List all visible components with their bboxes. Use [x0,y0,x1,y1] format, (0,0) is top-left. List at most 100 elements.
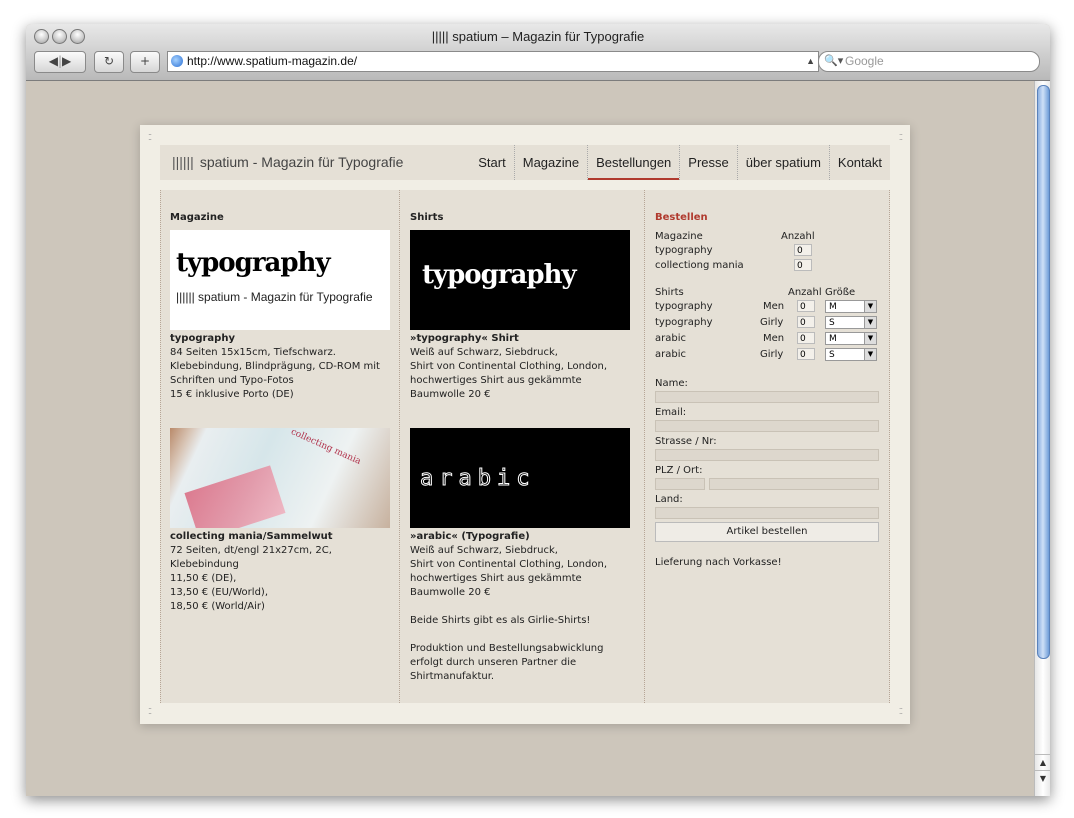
scrollbar-thumb[interactable] [1037,85,1050,659]
back-forward-buttons[interactable]: ◀|▶ [34,51,86,73]
email-field[interactable] [655,420,879,432]
title-bar: ||||| spatium – Magazin für Typografie ◀… [26,24,1050,81]
forward-arrow-icon[interactable]: ▶ [62,54,71,68]
order-item-name: arabic [655,349,686,360]
size-select[interactable]: S ▼ [825,348,877,361]
product-title: typography [170,333,235,344]
typography-magazine-info: typography 84 Seiten 15x15cm, Tiefschwar… [170,332,392,402]
chevron-up-icon: ▲ [806,56,815,66]
back-arrow-icon[interactable]: ◀ [49,54,58,68]
nav-start[interactable]: Start [470,145,513,180]
browser-window: ||||| spatium – Magazin für Typografie ◀… [26,24,1050,796]
shirts-heading: Shirts [410,212,444,223]
product-desc-line: 84 Seiten 15x15cm, Tiefschwarz. [170,347,336,358]
product-desc-line: Baumwolle 20 € [410,389,491,400]
product-title: collecting mania/Sammelwut [170,531,333,542]
order-item-name: arabic [655,333,686,344]
order-item-name: typography [655,317,713,328]
nav-kontakt[interactable]: Kontakt [828,145,890,180]
typography-shirt-info: »typography« Shirt Weiß auf Schwarz, Sie… [410,332,635,402]
product-desc-line: Schriften und Typo-Fotos [170,375,294,386]
corner-mark: ⁚⁚ [898,707,903,716]
order-item-name: collectiong mania [655,260,744,271]
nav-presse[interactable]: Presse [679,145,736,180]
quantity-input[interactable]: 0 [797,348,815,360]
street-field[interactable] [655,449,879,461]
size-select[interactable]: M ▼ [825,300,877,313]
product-desc-line: 11,50 € (DE), [170,573,237,584]
partner-note-line: erfolgt durch unseren Partner die [410,657,577,668]
girlie-note: Beide Shirts gibt es als Girlie-Shirts! [410,615,591,626]
product-desc-line: Klebebindung [170,559,239,570]
chevron-down-icon: ▼ [864,301,876,312]
product-title: »arabic« (Typografie) [410,531,530,542]
typography-magazine-image[interactable]: typography |||||| spatium - Magazin für … [170,230,390,330]
scroll-up-arrow-icon[interactable]: ▲ [1035,754,1050,770]
shirts-qty-label: Anzahl [788,287,822,298]
corner-mark: ⁚⁚ [148,707,152,716]
partner-note-line: Shirtmanufaktur. [410,671,495,682]
product-desc-line: Shirt von Continental Clothing, London, [410,559,607,570]
city-field[interactable] [709,478,879,490]
name-field[interactable] [655,391,879,403]
mag-label: Magazine [655,231,703,242]
order-submit-button[interactable]: Artikel bestellen [655,522,879,542]
collecting-mania-image[interactable]: collecting mania [170,428,390,528]
quantity-input[interactable]: 0 [797,316,815,328]
typography-wordmark: typography [176,248,331,278]
nav-bestellungen-label: Bestellungen [596,155,672,170]
quantity-input[interactable]: 0 [794,244,812,256]
vertical-scrollbar[interactable]: ▲ ▼ [1034,81,1050,796]
product-desc-line: Klebebindung, Blindprägung, CD-ROM mit [170,361,380,372]
nav-magazine[interactable]: Magazine [513,145,587,180]
product-desc-line: Weiß auf Schwarz, Siebdruck, [410,545,558,556]
shirt-wordmark: typography [422,260,577,290]
product-desc-line: Shirt von Continental Clothing, London, [410,361,607,372]
quantity-input[interactable]: 0 [797,300,815,312]
product-desc-line: 13,50 € (EU/World), [170,587,268,598]
reload-icon: ↻ [103,54,115,68]
arabic-shirt-image[interactable]: arabic [410,428,630,528]
search-input[interactable]: 🔍▾ Google [818,51,1040,72]
product-desc-line: 18,50 € (World/Air) [170,601,265,612]
name-label: Name: [655,378,688,389]
corner-mark: ⁚⁚ [148,133,152,142]
size-value: S [829,318,835,328]
product-desc-line: Baumwolle 20 € [410,587,491,598]
reload-button[interactable]: ↻ [94,51,124,73]
arabic-shirt-info: »arabic« (Typografie) Weiß auf Schwarz, … [410,530,635,684]
size-select[interactable]: S ▼ [825,316,877,329]
typography-shirt-image[interactable]: typography [410,230,630,330]
chevron-down-icon: ▼ [864,333,876,344]
logo-bars: |||||| [172,154,194,170]
product-desc-line: hochwertiges Shirt aus gekämmte [410,375,582,386]
site-page: ⁚⁚ ⁚⁚ ⁚⁚ ⁚⁚ |||||| spatium - Magazin für … [140,125,910,724]
product-desc-line: 15 € inklusive Porto (DE) [170,389,294,400]
scroll-down-arrow-icon[interactable]: ▼ [1035,770,1050,786]
collecting-mania-wordmark: collecting mania [289,428,363,467]
divider [399,190,400,703]
address-bar[interactable]: http://www.spatium-magazin.de/ ▲ [167,51,819,72]
shirt-cut: Girly [760,317,784,328]
shirt-cut: Men [763,301,785,312]
country-label: Land: [655,494,683,505]
zip-field[interactable] [655,478,705,490]
partner-note-line: Produktion und Bestellungsabwicklung [410,643,604,654]
quantity-input[interactable]: 0 [794,259,812,271]
divider [160,190,161,703]
arabic-wordmark: arabic [419,466,536,492]
add-bookmark-button[interactable]: + [130,51,160,73]
delivery-note: Lieferung nach Vorkasse! [655,557,782,568]
caption-text: spatium - Magazin für Typografie [198,290,373,304]
site-logo[interactable]: |||||| spatium - Magazin für Typografie [172,145,403,180]
country-field[interactable] [655,507,879,519]
nav-bestellungen[interactable]: Bestellungen [587,145,680,180]
size-select[interactable]: M ▼ [825,332,877,345]
logo-text: spatium - Magazin für Typografie [199,154,404,170]
collecting-mania-info: collecting mania/Sammelwut 72 Seiten, dt… [170,530,392,614]
quantity-input[interactable]: 0 [797,332,815,344]
order-heading: Bestellen [655,212,708,223]
nav-ueber-spatium[interactable]: über spatium [736,145,829,180]
order-column: Bestellen Magazine Anzahl typography 0 c… [655,190,881,703]
product-title: »typography« Shirt [410,333,519,344]
